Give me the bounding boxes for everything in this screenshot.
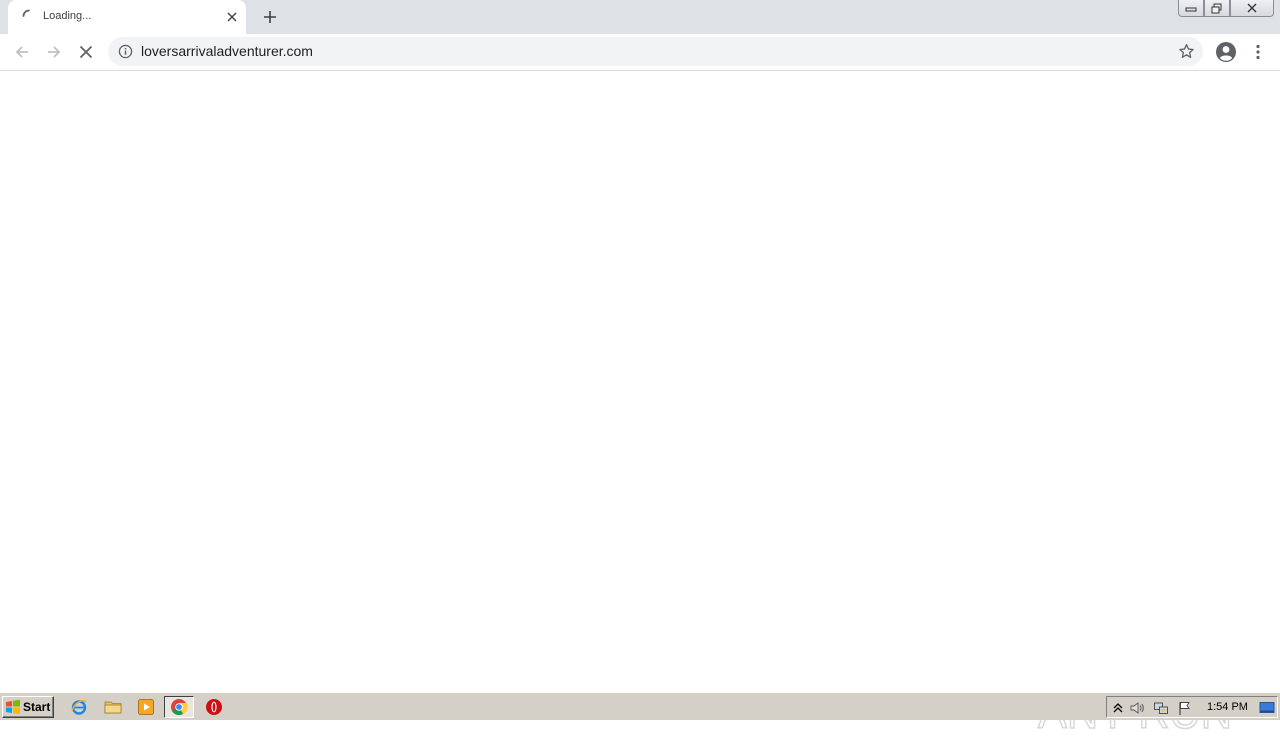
tab-title: Loading... [43, 10, 92, 22]
arrow-left-icon [15, 46, 28, 58]
browser-tab[interactable]: Loading... [8, 0, 246, 34]
taskbar-chrome[interactable] [164, 696, 194, 718]
system-tray: 1:54 PM [1106, 696, 1278, 718]
taskbar-media-player[interactable] [137, 698, 155, 716]
taskbar-explorer[interactable] [104, 698, 122, 716]
windows-logo-icon [6, 699, 20, 715]
stop-loading-button[interactable] [74, 40, 98, 64]
restore-button[interactable] [1204, 0, 1230, 17]
star-icon[interactable] [1178, 43, 1195, 60]
network-icon[interactable] [1153, 700, 1169, 716]
page-content: ANY RUN [0, 72, 1280, 739]
tab-close-button[interactable] [224, 9, 240, 25]
back-button[interactable] [10, 40, 34, 64]
chrome-icon [171, 699, 188, 716]
url-text[interactable]: loversarrivaladventurer.com [141, 43, 313, 59]
opera-icon [206, 699, 222, 715]
taskbar-opera[interactable] [205, 698, 223, 716]
address-bar[interactable]: loversarrivaladventurer.com [108, 37, 1203, 66]
start-label: Start [23, 700, 51, 714]
chevron-up-icon[interactable] [1110, 700, 1126, 716]
close-icon [1247, 3, 1257, 13]
browser-menu-button[interactable] [1249, 42, 1267, 62]
info-icon[interactable] [118, 44, 133, 59]
forward-button[interactable] [42, 40, 66, 64]
new-tab-button[interactable] [260, 7, 280, 27]
ie-icon [71, 700, 87, 715]
close-icon [79, 45, 93, 59]
loading-spinner-icon [22, 9, 30, 17]
window-controls [1178, 0, 1274, 18]
start-button[interactable]: Start [2, 696, 54, 718]
media-player-icon [138, 699, 154, 715]
plus-icon [264, 11, 276, 23]
minimize-button[interactable] [1178, 0, 1204, 17]
arrow-right-icon [48, 46, 61, 58]
windows-taskbar: Start 1:54 PM [0, 692, 1280, 720]
account-circle-icon[interactable] [1215, 41, 1237, 63]
speaker-icon[interactable] [1129, 700, 1145, 716]
taskbar-ie[interactable] [70, 698, 88, 716]
minimize-icon [1185, 7, 1197, 12]
folder-icon [104, 701, 122, 714]
window-close-button[interactable] [1230, 0, 1274, 17]
show-desktop-icon[interactable] [1259, 700, 1275, 716]
browser-toolbar: loversarrivaladventurer.com [0, 34, 1280, 71]
tab-strip: Loading... [0, 0, 1280, 34]
close-icon [227, 12, 237, 22]
taskbar-clock[interactable]: 1:54 PM [1207, 701, 1248, 713]
flag-icon[interactable] [1177, 700, 1193, 716]
restore-icon [1211, 3, 1222, 13]
vertical-dots-icon [1256, 44, 1260, 60]
